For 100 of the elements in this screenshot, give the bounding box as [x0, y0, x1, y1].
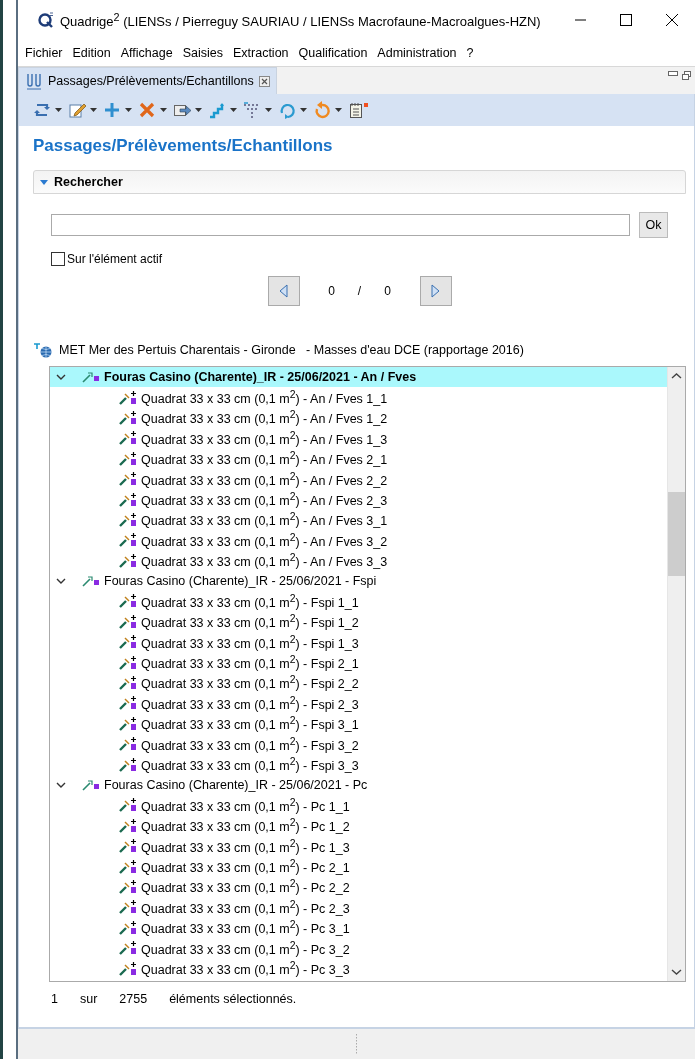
resize-handle-icon[interactable]	[355, 1034, 358, 1054]
probe-plus-icon	[119, 737, 137, 752]
tree-row[interactable]: Quadrat 33 x 33 cm (0,1 m$^{2}$) - Fspi 3_3	[50, 754, 667, 775]
menu-item[interactable]: Extraction	[227, 46, 294, 60]
tree-row[interactable]: Quadrat 33 x 33 cm (0,1 m$^{2}$) - An / Fves 3_3	[50, 550, 667, 571]
tree-row[interactable]: Quadrat 33 x 33 cm (0,1 m$^{2}$) - Pc 2_3	[50, 897, 667, 918]
tree-row[interactable]: Quadrat 33 x 33 cm (0,1 m$^{2}$) - Fspi 2_3	[50, 693, 667, 714]
probe-plus-icon	[119, 472, 137, 487]
checkbox[interactable]	[51, 252, 65, 266]
tree-row[interactable]: Quadrat 33 x 33 cm (0,1 m$^{2}$) - An / Fves 2_2	[50, 468, 667, 490]
probe-plus-icon	[119, 818, 137, 833]
tree-row[interactable]: Fouras Casino (Charente)_IR - 25/06/2021 - Fspi	[50, 570, 667, 592]
tree-row[interactable]: Quadrat 33 x 33 cm (0,1 m$^{2}$) - Pc 3_3	[50, 958, 667, 979]
caret-icon[interactable]	[230, 108, 237, 112]
menu-item[interactable]: Saisies	[177, 46, 228, 60]
menu-item[interactable]: Affichage	[115, 46, 178, 60]
wand-square-icon	[82, 778, 100, 792]
page-heading: Passages/Prélèvements/Echantillons	[32, 135, 333, 156]
probe-plus-icon	[119, 696, 137, 711]
expand-chevron-icon[interactable]	[56, 578, 66, 585]
menu-item[interactable]: Qualification	[293, 46, 373, 60]
minimize-view-icon[interactable]	[668, 71, 678, 77]
caret-icon[interactable]	[300, 108, 307, 112]
caret-icon[interactable]	[125, 108, 132, 112]
tree-row[interactable]: Quadrat 33 x 33 cm (0,1 m$^{2}$) - Pc 1_3	[50, 836, 667, 857]
tree-row[interactable]: Quadrat 33 x 33 cm (0,1 m$^{2}$) - Pc 3_1	[50, 917, 667, 938]
tree-row[interactable]: Quadrat 33 x 33 cm (0,1 m$^{2}$) - An / Fves 2_3	[50, 489, 667, 510]
probe-plus-icon	[119, 798, 137, 813]
separator: /	[356, 284, 363, 298]
probe-plus-icon	[119, 533, 137, 548]
probe-plus-icon	[119, 879, 137, 894]
probe-plus-icon	[119, 635, 137, 650]
probe-plus-icon	[119, 839, 137, 854]
status-text: sur	[79, 992, 98, 1006]
menu-item[interactable]: Edition	[67, 46, 116, 60]
tree-row[interactable]: Quadrat 33 x 33 cm (0,1 m$^{2}$) - An / Fves 2_1	[50, 448, 667, 469]
menu-item[interactable]: ?	[461, 46, 479, 60]
wand-square-icon	[82, 574, 100, 588]
tree-row[interactable]: Quadrat 33 x 33 cm (0,1 m$^{2}$) - An / Fves 1_1	[50, 387, 667, 408]
tree-row[interactable]: Quadrat 33 x 33 cm (0,1 m$^{2}$) - An / Fves 1_2	[50, 407, 667, 429]
tree-row[interactable]: Quadrat 33 x 33 cm (0,1 m$^{2}$) - Pc 2_2	[50, 876, 667, 898]
tree-row[interactable]: Quadrat 33 x 33 cm (0,1 m$^{2}$) - An / Fves 1_3	[50, 428, 667, 449]
caret-icon[interactable]	[90, 108, 97, 112]
caret-icon[interactable]	[55, 108, 62, 112]
refresh-icon[interactable]	[33, 101, 51, 119]
tree-row[interactable]: Quadrat 33 x 33 cm (0,1 m$^{2}$) - Fspi 3_2	[50, 734, 667, 755]
scrollbar-thumb[interactable]	[668, 492, 685, 576]
probe-plus-icon	[119, 900, 137, 915]
edit-icon[interactable]	[68, 101, 86, 119]
context-label: MET Mer des Pertuis Charentais - Gironde - Masses d'eau DCE (rapportage 2016)	[59, 343, 524, 357]
probe-plus-icon	[119, 757, 137, 772]
probe-plus-icon	[119, 716, 137, 731]
close-tab-icon[interactable]	[258, 75, 270, 87]
caret-icon[interactable]	[335, 108, 342, 112]
probe-plus-icon	[119, 961, 137, 976]
probe-plus-icon	[119, 492, 137, 507]
menu-item[interactable]: Administration	[372, 46, 462, 60]
tree-row[interactable]: Quadrat 33 x 33 cm (0,1 m$^{2}$) - Pc 3_2	[50, 937, 667, 959]
tree-row[interactable]: Quadrat 33 x 33 cm (0,1 m$^{2}$) - Pc 1_2	[50, 815, 667, 836]
tab[interactable]: Passages/Prélèvements/Echantillons	[18, 67, 277, 94]
probe-plus-icon	[119, 431, 137, 446]
tree-row[interactable]: Fouras Casino (Charente)_IR - 25/06/2021 - Pc	[50, 774, 667, 796]
probe-plus-icon	[119, 410, 137, 425]
caret-icon[interactable]	[195, 108, 202, 112]
tree-row[interactable]: Quadrat 33 x 33 cm (0,1 m$^{2}$) - An / Fves 3_2	[50, 530, 667, 551]
tree-row[interactable]: Fouras Casino (Charente)_IR - 25/06/2021 - An / Fves	[50, 367, 667, 388]
status-text: éléments sélectionnés.	[169, 992, 297, 1006]
right-triangle-icon	[431, 284, 440, 298]
tree-row[interactable]: Quadrat 33 x 33 cm (0,1 m$^{2}$) - Pc 2_1	[50, 856, 667, 877]
wand-square-icon	[82, 370, 100, 384]
menu-item[interactable]: Fichier	[20, 46, 68, 60]
total-number: 0	[383, 284, 392, 298]
tree-row[interactable]: Quadrat 33 x 33 cm (0,1 m$^{2}$) - Fspi 1_3	[50, 632, 667, 653]
caret-icon[interactable]	[160, 108, 167, 112]
selected-count: 1	[51, 992, 58, 1006]
caret-icon[interactable]	[265, 108, 272, 112]
tree-row[interactable]: Quadrat 33 x 33 cm (0,1 m$^{2}$) - Fspi 1_1	[50, 591, 667, 612]
probe-plus-icon	[119, 859, 137, 874]
ok-button[interactable]: Ok	[639, 212, 668, 238]
dotted-funnel-icon[interactable]	[243, 101, 261, 119]
expand-chevron-icon[interactable]	[56, 374, 66, 381]
probe-plus-icon	[119, 390, 137, 405]
restore-view-icon[interactable]	[682, 71, 691, 80]
tree-row[interactable]: Quadrat 33 x 33 cm (0,1 m$^{2}$) - An / Fves 3_1	[50, 509, 667, 531]
probe-plus-icon	[119, 614, 137, 629]
scrollbar[interactable]	[667, 367, 685, 981]
probe-plus-icon	[119, 594, 137, 609]
tree-row[interactable]: Quadrat 33 x 33 cm (0,1 m$^{2}$) - Fspi 2_2	[50, 672, 667, 694]
probe-plus-icon	[119, 512, 137, 527]
position-number: 0	[327, 284, 336, 298]
tree-row[interactable]: Quadrat 33 x 33 cm (0,1 m$^{2}$) - Fspi 1_2	[50, 611, 667, 633]
expand-chevron-icon[interactable]	[56, 782, 66, 788]
notepad-icon[interactable]	[348, 101, 370, 119]
search-field[interactable]	[51, 214, 630, 236]
tree-row[interactable]: Quadrat 33 x 33 cm (0,1 m$^{2}$) - Pc 1_1	[50, 795, 667, 816]
expand-triangle-icon[interactable]	[40, 179, 48, 185]
section-header[interactable]: Rechercher	[33, 170, 686, 194]
probe-plus-icon	[119, 451, 137, 466]
tree-row[interactable]: Quadrat 33 x 33 cm (0,1 m$^{2}$) - Fspi 3_1	[50, 713, 667, 735]
tree-row[interactable]: Quadrat 33 x 33 cm (0,1 m$^{2}$) - Fspi 2_1	[50, 652, 667, 673]
